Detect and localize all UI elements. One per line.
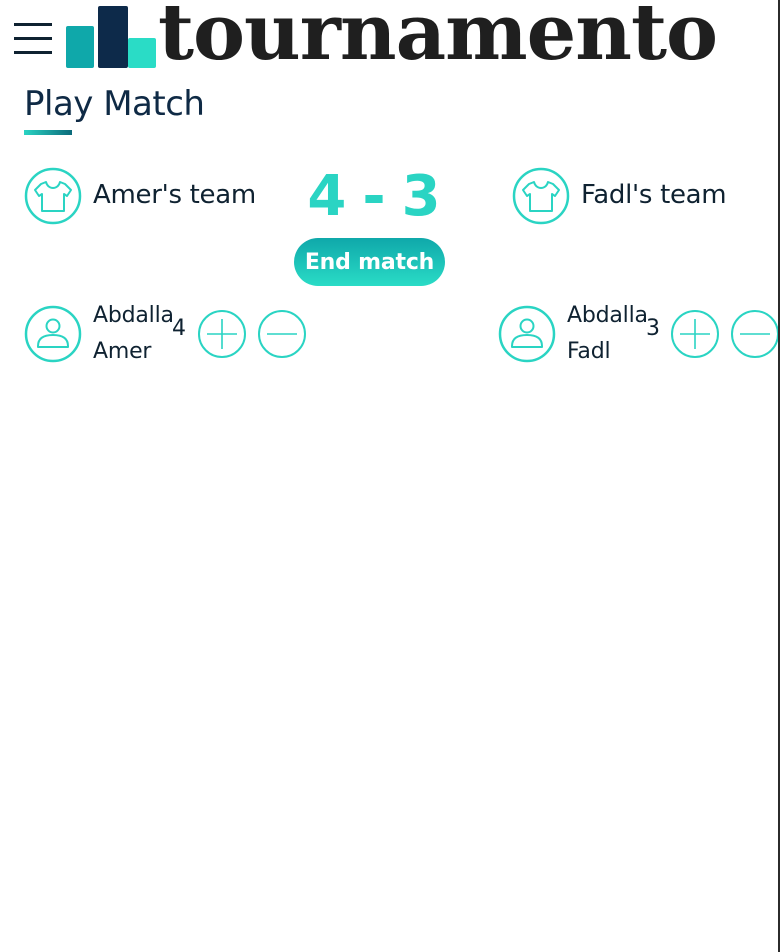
away-player-last-name: Fadl: [567, 339, 611, 364]
title-underline: [24, 130, 72, 135]
logo-bars-icon: [66, 6, 156, 68]
plus-circle-icon: [198, 310, 246, 358]
away-team-name: Fadl's team: [581, 180, 727, 210]
away-team-jersey-icon: [512, 167, 570, 225]
page-title: Play Match: [24, 84, 205, 124]
home-score: 4: [307, 164, 349, 229]
away-player-goals: 3: [646, 316, 660, 341]
score-separator: -: [362, 164, 388, 229]
home-team-jersey-icon: [24, 167, 82, 225]
home-player-add-goal-button[interactable]: [197, 309, 247, 359]
brand-logo[interactable]: tournamento: [66, 0, 746, 78]
menu-button[interactable]: [14, 22, 52, 54]
end-match-button[interactable]: End match: [294, 238, 445, 286]
home-player-first-name: Abdalla: [93, 303, 174, 328]
minus-circle-icon: [258, 310, 306, 358]
away-player-user-icon: [498, 305, 556, 363]
home-player-name: Abdalla Amer: [93, 298, 174, 370]
home-player-remove-goal-button[interactable]: [257, 309, 307, 359]
away-player-remove-goal-button[interactable]: [730, 309, 778, 359]
match-score: 4-3: [290, 164, 460, 229]
away-player-first-name: Abdalla: [567, 303, 648, 328]
hamburger-icon: [14, 23, 52, 54]
play-match-page: tournamento Play Match Amer's team 4-3 E…: [0, 0, 780, 952]
minus-circle-icon: [731, 310, 778, 358]
away-player-add-goal-button[interactable]: [670, 309, 720, 359]
home-player-goals: 4: [172, 316, 186, 341]
away-score: 3: [401, 164, 443, 229]
plus-circle-icon: [671, 310, 719, 358]
home-team-name: Amer's team: [93, 180, 256, 210]
home-player-last-name: Amer: [93, 339, 152, 364]
home-player-user-icon: [24, 305, 82, 363]
brand-name: tournamento: [158, 0, 718, 78]
away-player-name: Abdalla Fadl: [567, 298, 648, 370]
